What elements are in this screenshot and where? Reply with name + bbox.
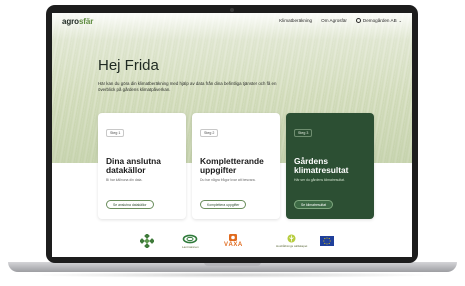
card-kompletterande: Steg 2 Kompletterande uppgifter Du har n… [192, 113, 280, 219]
step-badge: Steg 2 [200, 129, 219, 137]
card-datakallor: Steg 1 Dina anslutna datakällor Bi har k… [98, 113, 186, 219]
vaxa-logo-icon [229, 234, 238, 241]
user-icon [355, 18, 361, 23]
user-name: Demogården AB [362, 18, 397, 23]
partner-logo: VÄXA [224, 231, 243, 251]
chevron-down-icon: ⌄ [398, 18, 402, 23]
greeting-title: Hej Frida [98, 57, 159, 74]
partner-logo: Hushållnings sällskapet [276, 231, 307, 251]
step-badge: Steg 3 [294, 129, 313, 137]
green-cross-logo-icon [140, 234, 154, 248]
nav-item-om-agrosfar[interactable]: Om Agrosfär [321, 18, 347, 23]
partner-logos: Lantmännen VÄXA Hushållnings sällskapet [52, 227, 412, 257]
card-title: Dina anslutna datakällor [106, 156, 161, 175]
agrosfar-logo[interactable]: agrosfär [62, 17, 93, 26]
hero-description: Här kan du göra din klimatberäkning med … [98, 81, 277, 92]
partner-label: VÄXA [224, 242, 243, 248]
laptop-screen: agrosfär Klimatberäkning Om Agrosfär Dem… [52, 13, 412, 257]
card-subtitle: Här ser du gårdens klimatresultat. [294, 178, 345, 182]
see-data-sources-button[interactable]: Se anslutna datakällor [106, 200, 154, 209]
card-klimatresultat: Steg 3 Gårdens klimatresultat Här ser du… [286, 113, 374, 219]
user-menu[interactable]: Demogården AB ⌄ [355, 18, 402, 23]
card-title: Kompletterande uppgifter [200, 156, 264, 175]
laptop-lid: agrosfär Klimatberäkning Om Agrosfär Dem… [46, 5, 418, 263]
card-subtitle: Bi har källnuna din data. [106, 178, 143, 182]
camera-icon [230, 8, 234, 12]
logo-main-text: agro [62, 17, 79, 26]
complete-info-button[interactable]: Komplettera uppgifter [200, 200, 247, 209]
partner-label: Lantmännen [182, 244, 199, 249]
card-title: Gårdens klimatresultat [294, 156, 349, 175]
laptop-base [8, 262, 457, 272]
laptop-shadow [28, 272, 437, 278]
partner-logo [140, 231, 154, 251]
top-navigation: agrosfär Klimatberäkning Om Agrosfär Dem… [52, 13, 412, 31]
partner-logo: Lantmännen [182, 231, 199, 251]
lantmannen-logo-icon [183, 234, 198, 243]
see-climate-result-button[interactable]: Se klimatresultat [294, 200, 334, 209]
eu-flag-icon [320, 236, 334, 246]
partner-logo [320, 231, 334, 251]
card-subtitle: Du har några frågor kvar att besvara. [200, 178, 256, 182]
hushallningssallskapet-logo-icon [287, 234, 296, 243]
partner-label: Hushållnings sällskapet [276, 244, 308, 248]
logo-accent-text: sfär [78, 17, 94, 26]
step-badge: Steg 1 [106, 129, 125, 137]
nav-item-klimatberakning[interactable]: Klimatberäkning [279, 18, 312, 23]
nav-menu: Klimatberäkning Om Agrosfär Demogården A… [279, 18, 402, 23]
